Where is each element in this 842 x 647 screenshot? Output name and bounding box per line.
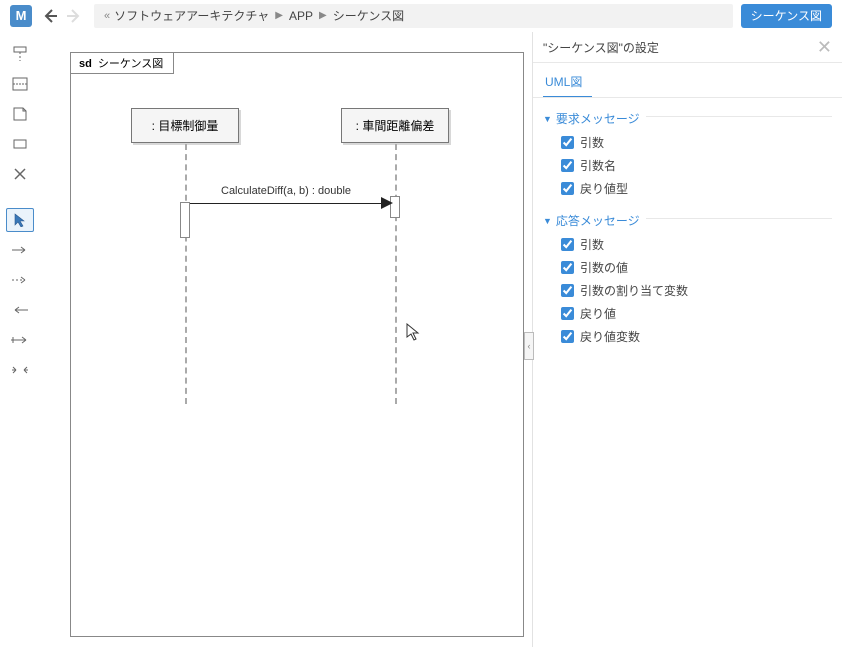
checkbox[interactable] xyxy=(561,136,574,149)
message-tool-icon[interactable] xyxy=(6,238,34,262)
checkbox[interactable] xyxy=(561,159,574,172)
section-toggle[interactable]: ▼ 要求メッセージ xyxy=(543,106,640,131)
breadcrumb-item[interactable]: APP xyxy=(289,9,313,23)
note-tool-icon[interactable] xyxy=(6,102,34,126)
check-label: 戻り値型 xyxy=(580,180,628,197)
check-label: 戻り値変数 xyxy=(580,328,640,345)
settings-panel: "シーケンス図"の設定 ✕ UML図 ▼ 要求メッセージ 引数 引数名 戻り値型… xyxy=(532,32,842,647)
breadcrumb-item[interactable]: シーケンス図 xyxy=(333,7,404,24)
checkbox[interactable] xyxy=(561,238,574,251)
dashed-message-tool-icon[interactable] xyxy=(6,268,34,292)
cursor-icon xyxy=(406,323,422,346)
triangle-down-icon: ▼ xyxy=(543,114,552,124)
settings-header: "シーケンス図"の設定 ✕ xyxy=(533,32,842,63)
found-msg-tool-icon[interactable] xyxy=(6,358,34,382)
diagram-canvas[interactable]: sd シーケンス図 : 目標制御量 : 車間距離偏差 CalculateDiff(… xyxy=(40,32,532,647)
rect-tool-icon[interactable] xyxy=(6,132,34,156)
check-row[interactable]: 戻り値 xyxy=(543,302,832,325)
check-label: 引数名 xyxy=(580,157,616,174)
lifeline-line xyxy=(395,144,397,404)
message-arrow[interactable] xyxy=(190,203,390,204)
section-toggle[interactable]: ▼ 応答メッセージ xyxy=(543,208,640,233)
check-row[interactable]: 引数 xyxy=(543,233,832,256)
lifeline-line xyxy=(185,144,187,404)
checkbox[interactable] xyxy=(561,182,574,195)
settings-title: "シーケンス図"の設定 xyxy=(543,39,659,56)
checkbox[interactable] xyxy=(561,284,574,297)
return-tool-icon[interactable] xyxy=(6,298,34,322)
settings-tabs: UML図 xyxy=(533,63,842,98)
topbar: M « ソフトウェアアーキテクチャ ▶ APP ▶ シーケンス図 シーケンス図 xyxy=(0,0,842,32)
lost-msg-tool-icon[interactable] xyxy=(6,328,34,352)
checkbox[interactable] xyxy=(561,330,574,343)
forward-button[interactable] xyxy=(64,6,84,26)
section-title: 応答メッセージ xyxy=(556,212,640,229)
check-label: 引数 xyxy=(580,236,604,253)
frame-tag: sd xyxy=(79,58,92,70)
section-title: 要求メッセージ xyxy=(556,110,640,127)
activation-bar[interactable] xyxy=(180,202,190,238)
check-label: 引数 xyxy=(580,134,604,151)
chevron-right-icon: ▶ xyxy=(275,10,283,21)
check-label: 戻り値 xyxy=(580,305,616,322)
checkbox[interactable] xyxy=(561,307,574,320)
check-row[interactable]: 引数の割り当て変数 xyxy=(543,279,832,302)
close-icon[interactable]: ✕ xyxy=(817,38,832,56)
tool-palette xyxy=(0,32,40,647)
lifeline[interactable]: : 車間距離偏差 xyxy=(341,108,449,143)
back-button[interactable] xyxy=(40,6,60,26)
pointer-tool-icon[interactable] xyxy=(6,208,34,232)
sequence-frame[interactable]: sd シーケンス図 : 目標制御量 : 車間距離偏差 CalculateDiff(… xyxy=(70,52,524,637)
checkbox[interactable] xyxy=(561,261,574,274)
check-row[interactable]: 戻り値変数 xyxy=(543,325,832,348)
divider xyxy=(646,116,832,117)
message-label[interactable]: CalculateDiff(a, b) : double xyxy=(221,185,351,197)
check-label: 引数の割り当て変数 xyxy=(580,282,688,299)
check-row[interactable]: 引数の値 xyxy=(543,256,832,279)
tab-uml[interactable]: UML図 xyxy=(543,69,592,98)
lifeline[interactable]: : 目標制御量 xyxy=(131,108,239,143)
section-request: ▼ 要求メッセージ 引数 引数名 戻り値型 xyxy=(533,98,842,200)
expand-handle[interactable]: ‹ xyxy=(524,332,534,360)
check-row[interactable]: 引数名 xyxy=(543,154,832,177)
breadcrumb-first: « xyxy=(104,10,110,22)
frame-name: シーケンス図 xyxy=(98,58,163,70)
diagram-type-button[interactable]: シーケンス図 xyxy=(741,4,832,28)
main: sd シーケンス図 : 目標制御量 : 車間距離偏差 CalculateDiff(… xyxy=(0,32,842,647)
fragment-tool-icon[interactable] xyxy=(6,72,34,96)
lifeline-tool-icon[interactable] xyxy=(6,42,34,66)
triangle-down-icon: ▼ xyxy=(543,216,552,226)
lifeline-head[interactable]: : 目標制御量 xyxy=(131,108,239,143)
section-response: ▼ 応答メッセージ 引数 引数の値 引数の割り当て変数 戻り値 戻り値変数 xyxy=(533,200,842,348)
divider xyxy=(646,218,832,219)
breadcrumb[interactable]: « ソフトウェアアーキテクチャ ▶ APP ▶ シーケンス図 xyxy=(94,4,733,28)
lifeline-head[interactable]: : 車間距離偏差 xyxy=(341,108,449,143)
arrowhead-icon xyxy=(381,197,393,209)
check-row[interactable]: 戻り値型 xyxy=(543,177,832,200)
check-row[interactable]: 引数 xyxy=(543,131,832,154)
chevron-right-icon: ▶ xyxy=(319,10,327,21)
app-logo[interactable]: M xyxy=(10,5,32,27)
breadcrumb-item[interactable]: ソフトウェアアーキテクチャ xyxy=(114,7,269,24)
frame-label: sd シーケンス図 xyxy=(70,52,174,74)
delete-tool-icon[interactable] xyxy=(6,162,34,186)
check-label: 引数の値 xyxy=(580,259,628,276)
